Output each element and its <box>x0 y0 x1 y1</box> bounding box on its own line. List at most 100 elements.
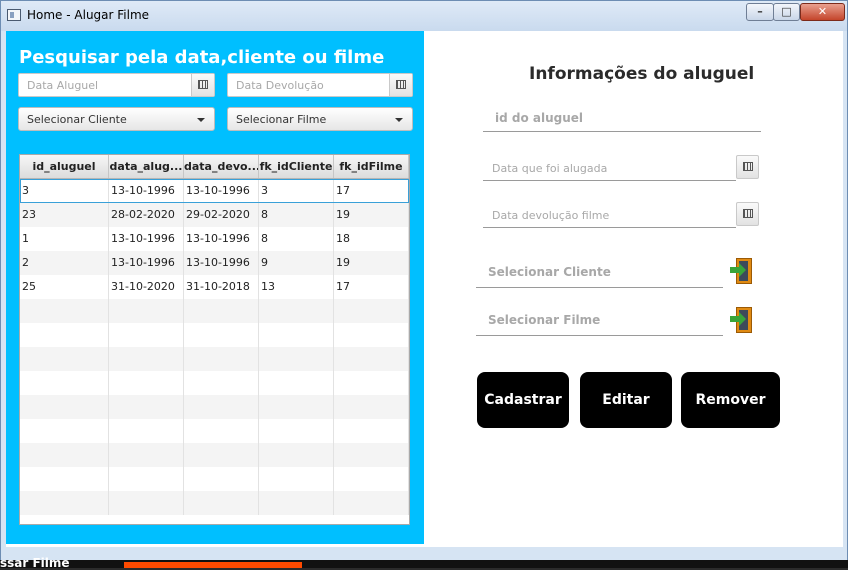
date-rent-placeholder: Data Aluguel <box>27 79 99 92</box>
table-cell: 19 <box>334 251 409 275</box>
date-return-filter[interactable]: Data Devolução <box>227 73 413 97</box>
table-cell: 3 <box>259 179 334 203</box>
date-rented-placeholder: Data que foi alugada <box>492 162 608 175</box>
table-cell <box>109 419 184 443</box>
film-select-field[interactable]: Selecionar Filme <box>476 305 723 336</box>
table-cell <box>109 395 184 419</box>
rental-id-field[interactable]: id do aluguel <box>483 103 761 132</box>
table-cell: 19 <box>334 203 409 227</box>
table-cell: 13-10-1996 <box>109 227 184 251</box>
table-cell: 9 <box>259 251 334 275</box>
table-row[interactable]: 1 13-10-1996 13-10-1996 8 18 <box>20 227 409 251</box>
date-rent-picker-button[interactable] <box>191 74 214 96</box>
empty-table-row[interactable] <box>20 467 409 491</box>
minimize-button[interactable]: – <box>746 3 774 21</box>
table-cell <box>20 395 109 419</box>
title-bar[interactable]: Home - Alugar Filme – □ ✕ <box>1 1 847 31</box>
table-cell <box>184 371 259 395</box>
table-cell <box>109 467 184 491</box>
register-button[interactable]: Cadastrar <box>477 372 569 428</box>
empty-table-row[interactable] <box>20 395 409 419</box>
empty-table-row[interactable] <box>20 491 409 515</box>
rentals-table[interactable]: id_aluguel data_alug... data_devo... fk_… <box>19 154 410 525</box>
column-header[interactable]: id_aluguel <box>20 155 109 178</box>
table-cell: 29-02-2020 <box>184 203 259 227</box>
date-rent-filter[interactable]: Data Aluguel <box>18 73 215 97</box>
empty-table-row[interactable] <box>20 299 409 323</box>
background-orange-strip <box>124 562 302 568</box>
search-heading: Pesquisar pela data,cliente ou filme <box>19 47 385 68</box>
table-cell <box>20 299 109 323</box>
column-header[interactable]: fk_idFilme <box>334 155 409 178</box>
column-header[interactable]: data_devo... <box>184 155 259 178</box>
table-cell <box>184 467 259 491</box>
select-film-icon[interactable] <box>730 307 754 333</box>
table-cell <box>334 395 409 419</box>
date-return-picker[interactable]: Data devolução filme <box>483 201 761 228</box>
date-return-form-placeholder: Data devolução filme <box>492 209 610 222</box>
table-cell <box>20 443 109 467</box>
table-cell <box>259 443 334 467</box>
table-cell <box>109 299 184 323</box>
film-filter-select[interactable]: Selecionar Filme <box>227 107 413 131</box>
chevron-down-icon <box>197 118 205 122</box>
table-cell <box>259 395 334 419</box>
table-cell: 13-10-1996 <box>184 179 259 203</box>
column-header[interactable]: data_alug... <box>109 155 184 178</box>
date-return-picker-button[interactable] <box>736 202 759 226</box>
table-cell <box>109 371 184 395</box>
table-cell <box>334 299 409 323</box>
arrow-head <box>739 263 746 277</box>
table-cell: 13-10-1996 <box>184 227 259 251</box>
empty-table-row[interactable] <box>20 323 409 347</box>
table-cell <box>334 419 409 443</box>
close-button[interactable]: ✕ <box>800 3 845 21</box>
edit-button[interactable]: Editar <box>580 372 672 428</box>
table-row[interactable]: 25 31-10-2020 31-10-2018 13 17 <box>20 275 409 299</box>
empty-table-row[interactable] <box>20 347 409 371</box>
table-cell <box>334 467 409 491</box>
empty-table-row[interactable] <box>20 419 409 443</box>
client-filter-value: Selecionar Cliente <box>27 113 127 126</box>
table-cell <box>184 347 259 371</box>
empty-table-row[interactable] <box>20 371 409 395</box>
table-cell <box>184 323 259 347</box>
table-cell: 28-02-2020 <box>109 203 184 227</box>
table-cell <box>259 347 334 371</box>
empty-table-row[interactable] <box>20 443 409 467</box>
table-cell: 13 <box>259 275 334 299</box>
table-cell: 17 <box>334 275 409 299</box>
table-row[interactable]: 3 13-10-1996 13-10-1996 3 17 <box>20 179 409 203</box>
table-cell <box>20 371 109 395</box>
app-icon <box>7 9 21 21</box>
table-row[interactable]: 23 28-02-2020 29-02-2020 8 19 <box>20 203 409 227</box>
date-rented-field[interactable]: Data que foi alugada <box>483 154 736 181</box>
table-body: 3 13-10-1996 13-10-1996 3 17 23 28-02-2020 29-0… <box>20 179 409 515</box>
date-return-picker-button[interactable] <box>389 74 412 96</box>
client-select-label: Selecionar Cliente <box>488 265 611 279</box>
column-header[interactable]: fk_idCliente <box>259 155 334 178</box>
table-row[interactable]: 2 13-10-1996 13-10-1996 9 19 <box>20 251 409 275</box>
table-cell <box>259 323 334 347</box>
client-filter-select[interactable]: Selecionar Cliente <box>18 107 215 131</box>
calendar-icon <box>743 162 753 171</box>
client-select-field[interactable]: Selecionar Cliente <box>476 257 723 288</box>
remove-button[interactable]: Remover <box>681 372 780 428</box>
chevron-down-icon <box>395 118 403 122</box>
table-cell <box>334 323 409 347</box>
table-cell <box>184 443 259 467</box>
calendar-icon <box>743 209 753 218</box>
date-rented-picker[interactable]: Data que foi alugada <box>483 154 761 181</box>
maximize-button[interactable]: □ <box>773 3 800 21</box>
table-cell: 25 <box>20 275 109 299</box>
table-cell: 18 <box>334 227 409 251</box>
table-cell <box>259 419 334 443</box>
table-cell <box>184 395 259 419</box>
table-cell <box>109 347 184 371</box>
table-cell <box>20 467 109 491</box>
select-client-icon[interactable] <box>730 258 754 284</box>
date-return-field[interactable]: Data devolução filme <box>483 201 736 228</box>
table-cell: 13-10-1996 <box>109 251 184 275</box>
background-window: ssar Filme <box>0 556 848 570</box>
date-rented-picker-button[interactable] <box>736 155 759 179</box>
